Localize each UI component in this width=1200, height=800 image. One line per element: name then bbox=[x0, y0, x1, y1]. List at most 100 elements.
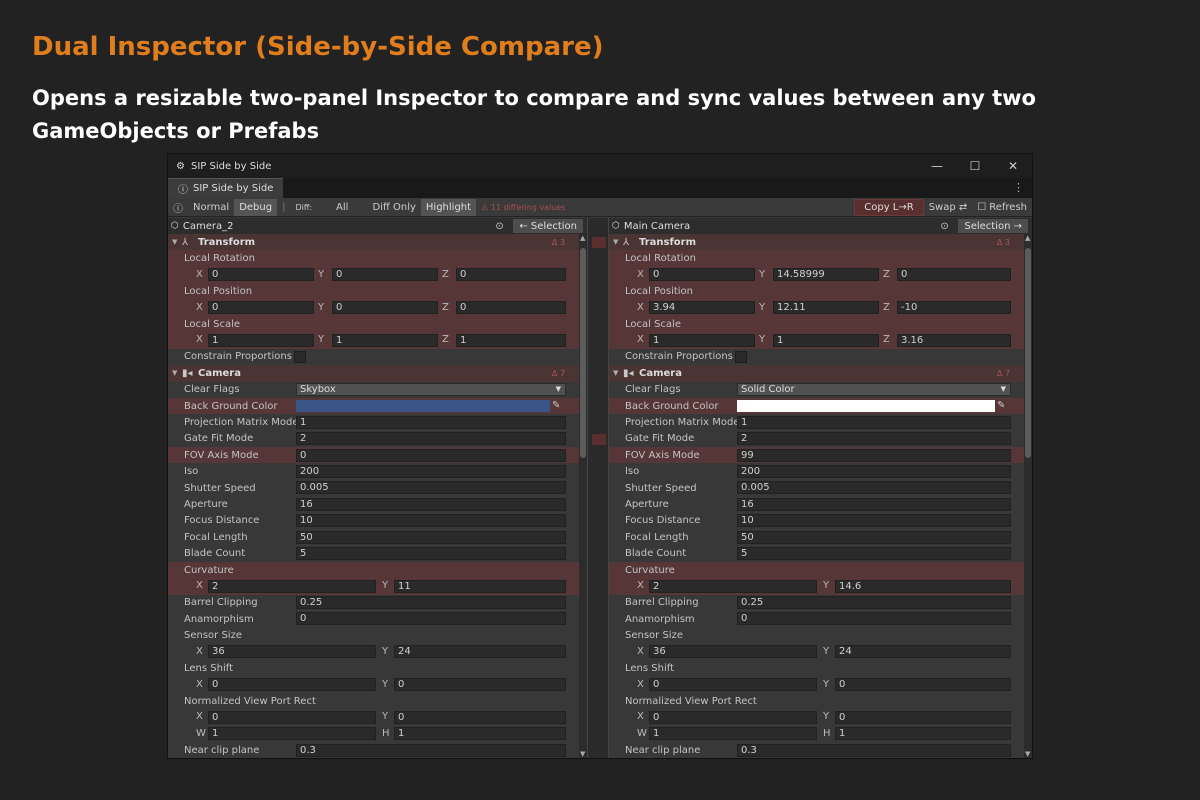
vector-x-field[interactable]: 1 bbox=[208, 333, 314, 347]
vertical-scrollbar[interactable]: ▲ ▼ bbox=[1023, 234, 1032, 758]
vector-z-field[interactable]: -10 bbox=[896, 301, 1011, 315]
value-field[interactable]: 5 bbox=[296, 546, 566, 560]
vector-z-field[interactable]: 0 bbox=[456, 301, 566, 315]
maximize-icon[interactable]: ☐ bbox=[956, 159, 994, 173]
component-header[interactable]: ▼ ⅄ Transform Δ 3 bbox=[608, 234, 1032, 251]
vector-y-field[interactable]: 0 bbox=[332, 301, 438, 315]
value-field[interactable]: 1 bbox=[296, 415, 566, 429]
scroll-up-icon[interactable]: ▲ bbox=[1025, 234, 1030, 242]
debug-mode-button[interactable]: Debug bbox=[234, 198, 278, 216]
value-field[interactable]: 0 bbox=[296, 612, 566, 626]
value-field[interactable]: 16 bbox=[736, 497, 1011, 511]
selection-button[interactable]: ← Selection bbox=[513, 219, 584, 233]
eyedropper-icon[interactable]: ✎ bbox=[997, 400, 1011, 411]
scrollbar-thumb[interactable] bbox=[1024, 248, 1031, 458]
clear-flags-dropdown[interactable]: Skybox ▼ bbox=[296, 383, 566, 397]
vector-x-field[interactable]: 0 bbox=[208, 268, 314, 282]
vector-h-field[interactable]: 1 bbox=[394, 727, 566, 741]
vector-x-field[interactable]: 0 bbox=[208, 301, 314, 315]
vector-x-field[interactable]: 0 bbox=[648, 268, 755, 282]
vector-z-field[interactable]: 0 bbox=[456, 268, 566, 282]
vector-y-field[interactable]: 0 bbox=[394, 710, 566, 724]
foldout-arrow-icon[interactable]: ▼ bbox=[609, 238, 623, 246]
vector-z-field[interactable]: 1 bbox=[456, 333, 566, 347]
gutter-diff-marker[interactable] bbox=[592, 434, 607, 445]
vector-y-field[interactable]: 0 bbox=[332, 268, 438, 282]
vector-w-field[interactable]: 1 bbox=[648, 727, 817, 741]
close-icon[interactable]: ✕ bbox=[994, 159, 1032, 173]
filter-diff-only-button[interactable]: Diff Only bbox=[367, 199, 420, 216]
value-field[interactable]: 2 bbox=[296, 432, 566, 446]
scroll-down-icon[interactable]: ▼ bbox=[580, 750, 585, 758]
vector-x-field[interactable]: 36 bbox=[208, 645, 376, 659]
value-field[interactable]: 99 bbox=[736, 448, 1011, 462]
window-titlebar[interactable]: ⚙ SIP Side by Side — ☐ ✕ bbox=[168, 154, 1032, 178]
copy-left-to-right-button[interactable]: Copy L→R bbox=[854, 198, 924, 216]
vector-y-field[interactable]: 14.58999 bbox=[772, 268, 879, 282]
constrain-proportions-checkbox[interactable] bbox=[734, 350, 747, 363]
vector-z-field[interactable]: 3.16 bbox=[896, 333, 1011, 347]
component-header[interactable]: ▼ ⅄ Transform Δ 3 bbox=[168, 234, 588, 251]
vector-x-field[interactable]: 36 bbox=[648, 645, 817, 659]
vertical-scrollbar[interactable]: ▲ ▼ bbox=[579, 234, 587, 758]
vector-z-field[interactable]: 0 bbox=[896, 268, 1011, 282]
value-field[interactable]: 16 bbox=[296, 497, 566, 511]
vector-x-field[interactable]: 2 bbox=[648, 579, 817, 593]
vector-h-field[interactable]: 1 bbox=[834, 727, 1011, 741]
vector-y-field[interactable]: 14.6 bbox=[834, 579, 1011, 593]
vector-x-field[interactable]: 0 bbox=[208, 678, 376, 692]
value-field[interactable]: 0 bbox=[736, 612, 1011, 626]
gutter-diff-marker[interactable] bbox=[592, 237, 607, 248]
vector-y-field[interactable]: 11 bbox=[394, 579, 566, 593]
value-field[interactable]: 200 bbox=[296, 464, 566, 478]
background-color-swatch[interactable] bbox=[296, 399, 550, 412]
vector-y-field[interactable]: 0 bbox=[834, 710, 1011, 724]
value-field[interactable]: 5 bbox=[736, 546, 1011, 560]
value-field[interactable]: 0.25 bbox=[296, 596, 566, 610]
scroll-up-icon[interactable]: ▲ bbox=[580, 234, 585, 242]
value-field[interactable]: 0.25 bbox=[736, 596, 1011, 610]
constrain-proportions-checkbox[interactable] bbox=[294, 350, 306, 363]
value-field[interactable]: 1 bbox=[736, 415, 1011, 429]
vector-x-field[interactable]: 3.94 bbox=[648, 301, 755, 315]
scroll-down-icon[interactable]: ▼ bbox=[1025, 750, 1030, 758]
vector-y-field[interactable]: 24 bbox=[834, 645, 1011, 659]
foldout-arrow-icon[interactable]: ▼ bbox=[168, 369, 182, 377]
eyedropper-icon[interactable]: ✎ bbox=[552, 400, 566, 411]
normal-mode-button[interactable]: Normal bbox=[188, 199, 234, 216]
value-field[interactable]: 0 bbox=[296, 448, 566, 462]
vector-y-field[interactable]: 12.11 bbox=[772, 301, 879, 315]
value-field[interactable]: 50 bbox=[736, 530, 1011, 544]
foldout-arrow-icon[interactable]: ▼ bbox=[168, 238, 182, 246]
vector-y-field[interactable]: 0 bbox=[394, 678, 566, 692]
tab-sip-side-by-side[interactable]: ⓘ SIP Side by Side bbox=[168, 178, 284, 198]
value-field[interactable]: 0.3 bbox=[736, 743, 1011, 757]
selection-button[interactable]: Selection → bbox=[958, 219, 1028, 233]
vector-x-field[interactable]: 0 bbox=[648, 710, 817, 724]
value-field[interactable]: 10 bbox=[296, 514, 566, 528]
object-picker-icon[interactable]: ⊙ bbox=[495, 221, 509, 232]
pane-gutter[interactable] bbox=[587, 218, 609, 758]
background-color-swatch[interactable] bbox=[736, 399, 995, 412]
foldout-arrow-icon[interactable]: ▼ bbox=[609, 369, 623, 377]
vector-y-field[interactable]: 24 bbox=[394, 645, 566, 659]
minimize-icon[interactable]: — bbox=[918, 159, 956, 173]
vector-y-field[interactable]: 1 bbox=[332, 333, 438, 347]
filter-all-button[interactable]: All bbox=[331, 199, 353, 216]
refresh-button[interactable]: ☐ Refresh bbox=[972, 199, 1032, 216]
value-field[interactable]: 50 bbox=[296, 530, 566, 544]
swap-button[interactable]: Swap ⇄ bbox=[924, 199, 973, 216]
tab-menu-icon[interactable]: ⋮ bbox=[1013, 181, 1024, 194]
vector-x-field[interactable]: 1 bbox=[648, 333, 755, 347]
value-field[interactable]: 10 bbox=[736, 514, 1011, 528]
value-field[interactable]: 200 bbox=[736, 464, 1011, 478]
value-field[interactable]: 2 bbox=[736, 432, 1011, 446]
vector-x-field[interactable]: 0 bbox=[648, 678, 817, 692]
component-header[interactable]: ▼ ▮◂ Camera Δ 7 bbox=[608, 365, 1032, 382]
clear-flags-dropdown[interactable]: Solid Color ▼ bbox=[736, 383, 1011, 397]
vector-y-field[interactable]: 0 bbox=[834, 678, 1011, 692]
value-field[interactable]: 0.005 bbox=[736, 481, 1011, 495]
scrollbar-thumb[interactable] bbox=[580, 248, 586, 458]
filter-highlight-button[interactable]: Highlight bbox=[420, 198, 477, 216]
object-picker-icon[interactable]: ⊙ bbox=[940, 221, 954, 232]
